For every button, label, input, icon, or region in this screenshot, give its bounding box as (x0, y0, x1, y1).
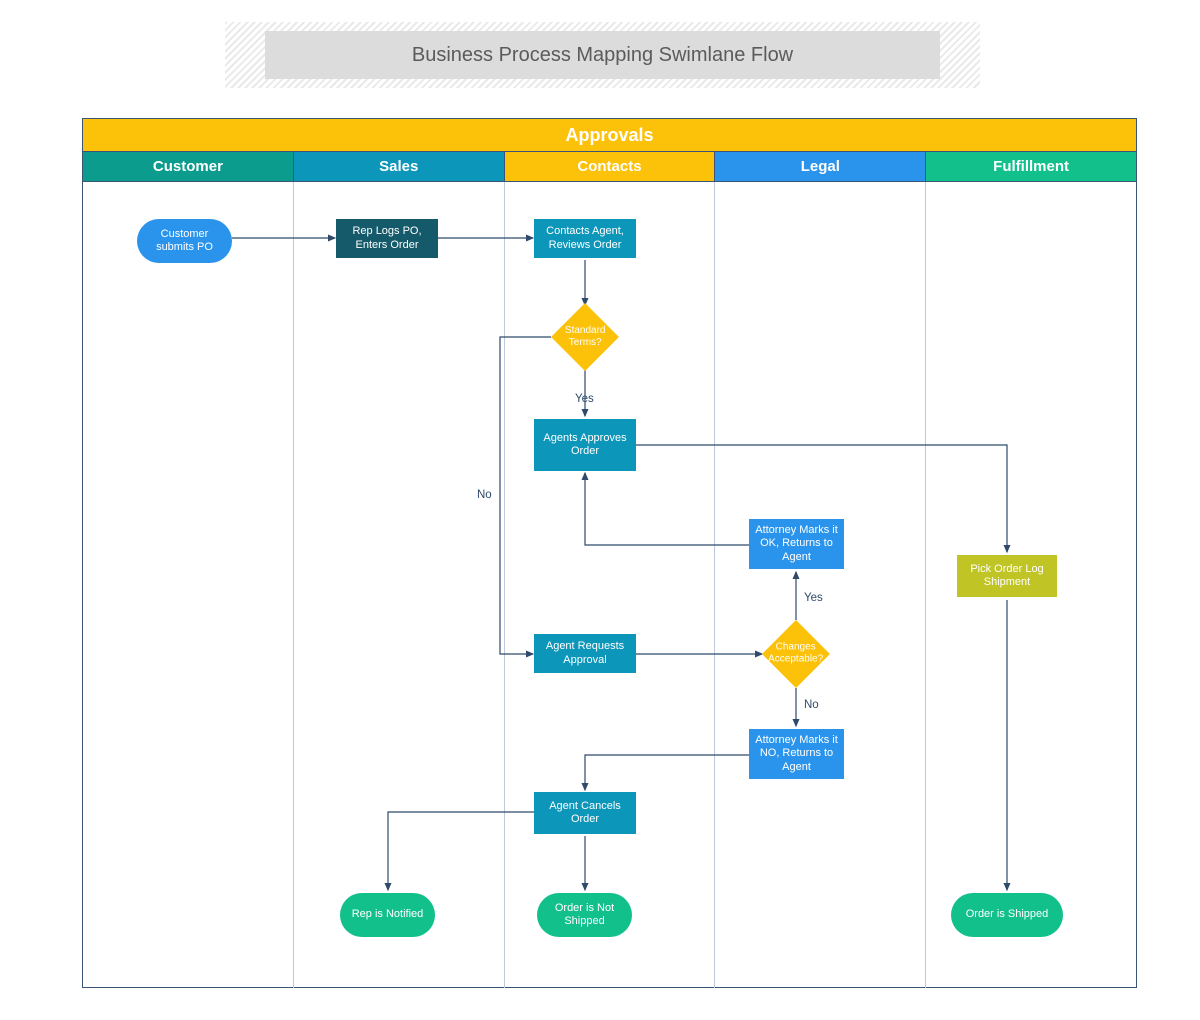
node-attorney-ok: Attorney Marks it OK, Returns to Agent (749, 519, 844, 569)
node-changes-acceptable-label: Changes Acceptable? (768, 642, 823, 666)
diagram-title: Business Process Mapping Swimlane Flow (265, 31, 940, 79)
label-no-standard: No (477, 489, 492, 501)
node-contacts-agent: Contacts Agent, Reviews Order (534, 219, 636, 258)
lane-sales (294, 182, 505, 988)
label-no-changes: No (804, 699, 819, 711)
node-rep-notified: Rep is Notified (340, 893, 435, 937)
node-agent-cancels-order: Agent Cancels Order (534, 792, 636, 834)
node-rep-logs-po: Rep Logs PO, Enters Order (336, 219, 438, 258)
node-agents-approves: Agents Approves Order (534, 419, 636, 471)
lanes-header: Customer Sales Contacts Legal Fulfillmen… (83, 152, 1136, 182)
title-hatch-bg: Business Process Mapping Swimlane Flow (225, 22, 980, 88)
pool-title: Approvals (83, 119, 1136, 152)
diagram-canvas: Business Process Mapping Swimlane Flow A… (0, 0, 1200, 1020)
lane-header-customer: Customer (83, 152, 294, 182)
node-pick-order: Pick Order Log Shipment (957, 555, 1057, 597)
node-agent-requests-approval: Agent Requests Approval (534, 634, 636, 673)
lane-header-fulfillment: Fulfillment (926, 152, 1136, 182)
lane-header-contacts: Contacts (505, 152, 716, 182)
label-yes-standard: Yes (575, 393, 594, 405)
label-yes-changes: Yes (804, 592, 823, 604)
node-order-not-shipped: Order is Not Shipped (537, 893, 632, 937)
lane-customer (83, 182, 294, 988)
lane-header-legal: Legal (715, 152, 926, 182)
lane-contacts (505, 182, 716, 988)
lane-header-sales: Sales (294, 152, 505, 182)
node-customer-submits-po: Customer submits PO (137, 219, 232, 263)
node-order-shipped: Order is Shipped (951, 893, 1063, 937)
lane-legal (715, 182, 926, 988)
node-attorney-no: Attorney Marks it NO, Returns to Agent (749, 729, 844, 779)
node-standard-terms-label: Standard Terms? (565, 325, 606, 349)
